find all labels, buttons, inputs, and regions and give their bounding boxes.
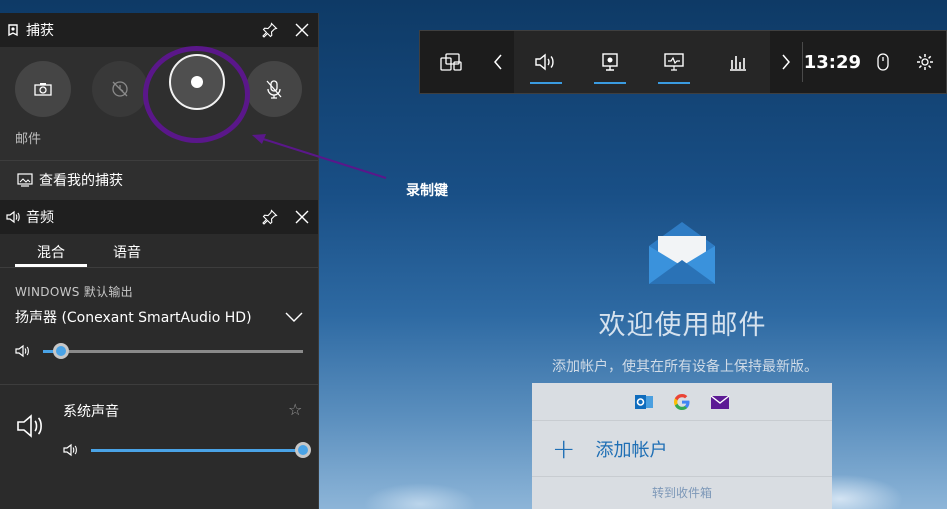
audio-widget: 音频 混合 语音 WINDOWS 默认输出 扬声器 (Conexant Smar… bbox=[0, 200, 319, 509]
master-volume-row bbox=[0, 332, 318, 370]
capture-title: 捕获 bbox=[26, 23, 54, 39]
chevron-right-icon bbox=[782, 54, 790, 70]
clock: 13:29 bbox=[803, 51, 862, 73]
tab-mix[interactable]: 混合 bbox=[15, 234, 87, 267]
app-name: 系统声音 bbox=[63, 404, 119, 420]
settings-button[interactable] bbox=[904, 31, 946, 93]
output-device-select[interactable]: 扬声器 (Conexant SmartAudio HD) bbox=[0, 302, 318, 332]
record-last-disabled-icon bbox=[112, 81, 128, 97]
slider-thumb[interactable] bbox=[53, 343, 70, 359]
capture-target-label: 邮件 bbox=[15, 132, 42, 147]
speaker-icon bbox=[63, 443, 77, 457]
tab-voice[interactable]: 语音 bbox=[91, 234, 163, 267]
mic-off-icon bbox=[266, 80, 282, 99]
capture-icon bbox=[601, 53, 618, 71]
capture-header: 捕获 bbox=[0, 13, 318, 47]
speaker-icon bbox=[534, 53, 554, 71]
game-bar: 13:29 bbox=[419, 30, 947, 94]
mouse-icon bbox=[877, 53, 889, 71]
resources-widget-toggle[interactable] bbox=[706, 31, 770, 93]
pin-icon[interactable] bbox=[254, 200, 286, 234]
app-volume-row: 系统声音 ☆ bbox=[0, 385, 318, 485]
mail-account-card: + 添加帐户 转到收件箱 bbox=[532, 383, 832, 509]
capture-widget-icon bbox=[8, 24, 18, 37]
view-my-captures-label: 查看我的捕获 bbox=[39, 172, 123, 189]
mail-envelope-icon bbox=[649, 222, 715, 284]
master-volume-slider[interactable] bbox=[43, 341, 303, 361]
mouse-settings-button[interactable] bbox=[862, 31, 904, 93]
outlook-icon bbox=[635, 394, 653, 409]
mic-toggle-button[interactable] bbox=[246, 61, 302, 117]
chevron-down-icon bbox=[285, 312, 303, 322]
mail-welcome-title: 欢迎使用邮件 bbox=[598, 310, 767, 341]
scroll-right-button[interactable] bbox=[770, 31, 802, 93]
pin-icon[interactable] bbox=[254, 13, 286, 47]
mail-welcome-subtitle: 添加帐户，使其在所有设备上保持最新版。 bbox=[552, 359, 818, 375]
add-account-button[interactable]: + 添加帐户 bbox=[532, 420, 832, 477]
google-icon bbox=[674, 393, 690, 410]
audio-header: 音频 bbox=[0, 200, 318, 234]
goto-inbox-link[interactable]: 转到收件箱 bbox=[532, 477, 832, 501]
slider-fill bbox=[91, 449, 303, 452]
capture-widget-toggle[interactable] bbox=[578, 31, 642, 93]
widget-menu-icon bbox=[440, 53, 462, 71]
record-highlight-ring bbox=[143, 46, 250, 143]
view-my-captures-link[interactable]: 查看我的捕获 bbox=[0, 160, 318, 198]
speaker-icon bbox=[6, 210, 20, 224]
provider-icons bbox=[532, 383, 832, 420]
screenshot-button[interactable] bbox=[15, 61, 71, 117]
scroll-left-button[interactable] bbox=[482, 31, 514, 93]
add-account-label: 添加帐户 bbox=[595, 439, 668, 461]
app-volume-slider-row bbox=[48, 431, 318, 469]
performance-widget-toggle[interactable] bbox=[642, 31, 706, 93]
chevron-left-icon bbox=[493, 54, 502, 70]
plus-icon: + bbox=[552, 431, 576, 465]
audio-tabs: 混合 语音 bbox=[0, 234, 318, 268]
gallery-icon bbox=[17, 172, 33, 187]
output-device-name: 扬声器 (Conexant SmartAudio HD) bbox=[15, 310, 252, 326]
slider-track bbox=[43, 350, 303, 353]
audio-title: 音频 bbox=[26, 210, 54, 226]
close-icon[interactable] bbox=[286, 13, 318, 47]
monitor-icon bbox=[663, 53, 684, 71]
app-volume-slider[interactable] bbox=[91, 440, 311, 460]
record-last-button[interactable] bbox=[92, 61, 148, 117]
gear-icon bbox=[917, 54, 934, 70]
bar-chart-icon bbox=[729, 56, 746, 71]
widget-menu-button[interactable] bbox=[420, 31, 482, 93]
annotation-label: 录制键 bbox=[406, 183, 448, 199]
default-output-label: WINDOWS 默认输出 bbox=[15, 285, 133, 299]
audio-widget-toggle[interactable] bbox=[514, 31, 578, 93]
favorite-star-icon[interactable]: ☆ bbox=[288, 400, 302, 419]
slider-thumb[interactable] bbox=[295, 442, 311, 458]
camera-icon bbox=[34, 83, 52, 96]
speaker-icon bbox=[15, 344, 29, 358]
close-icon[interactable] bbox=[286, 200, 318, 234]
yahoo-mail-icon bbox=[710, 394, 730, 409]
system-sounds-speaker-icon bbox=[17, 414, 42, 438]
widget-toggle-group bbox=[513, 31, 770, 93]
